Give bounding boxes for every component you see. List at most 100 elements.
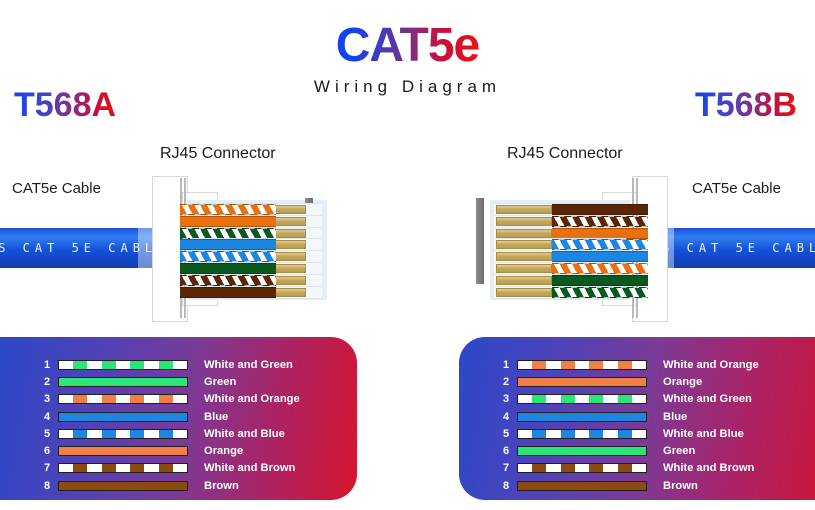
swatch-segment bbox=[631, 464, 646, 473]
swatch-segment bbox=[603, 360, 618, 369]
swatch-segment bbox=[631, 429, 646, 438]
swatch-segment bbox=[518, 360, 533, 369]
wire-name: White and Brown bbox=[204, 462, 296, 475]
swatch-segment bbox=[518, 464, 533, 473]
connector-title-right: RJ45 Connector bbox=[507, 145, 623, 162]
swatch-segment bbox=[560, 360, 575, 369]
swatch-segment bbox=[158, 429, 173, 438]
swatch-segment bbox=[73, 395, 88, 404]
swatch-segment bbox=[101, 395, 116, 404]
swatch-segment bbox=[172, 429, 187, 438]
title-block: CAT5e Wiring Diagram bbox=[0, 22, 815, 97]
swatch-segment bbox=[574, 429, 590, 438]
swatch-segment bbox=[172, 464, 187, 473]
wire-color-swatch bbox=[517, 376, 647, 387]
swatch-segment bbox=[631, 360, 646, 369]
swatch-segment bbox=[144, 464, 159, 473]
swatch-segment bbox=[115, 429, 131, 438]
swatch-segment bbox=[101, 464, 116, 473]
pin-number: 7 bbox=[502, 462, 510, 475]
swatch-segment bbox=[59, 360, 74, 369]
pin-number: 5 bbox=[43, 427, 51, 440]
swatch-segment bbox=[73, 360, 88, 369]
wire-color-swatch bbox=[517, 394, 647, 405]
swatch-segment bbox=[158, 360, 173, 369]
legend-row: 4 Blue bbox=[36, 408, 393, 425]
swatch-segment bbox=[589, 395, 604, 404]
legend-row: 5 White and Blue bbox=[36, 425, 393, 442]
swatch-segment bbox=[532, 395, 547, 404]
pin-number: 2 bbox=[43, 375, 51, 388]
swatch-segment bbox=[518, 412, 646, 421]
swatch-segment bbox=[101, 429, 116, 438]
pin-number: 3 bbox=[43, 393, 51, 406]
pin-number: 4 bbox=[502, 410, 510, 423]
connector-wire bbox=[180, 204, 276, 215]
wire-color-swatch bbox=[58, 463, 188, 474]
wire-color-swatch bbox=[58, 428, 188, 439]
gold-pin-contact bbox=[496, 205, 552, 214]
swatch-segment bbox=[87, 395, 102, 404]
legend-row: 6 Green bbox=[495, 442, 815, 459]
swatch-segment bbox=[59, 481, 187, 490]
wire-name: White and Blue bbox=[204, 427, 285, 440]
swatch-segment bbox=[59, 429, 74, 438]
rj45-connector-right bbox=[476, 176, 687, 322]
page-subtitle: Wiring Diagram bbox=[313, 77, 502, 96]
connector-wire bbox=[180, 227, 276, 239]
wire-color-swatch bbox=[517, 359, 647, 370]
connector-wire bbox=[552, 274, 648, 286]
connector-wire bbox=[180, 239, 276, 251]
swatch-segment bbox=[59, 395, 74, 404]
swatch-segment bbox=[546, 429, 561, 438]
swatch-segment bbox=[87, 360, 102, 369]
swatch-segment bbox=[631, 395, 646, 404]
swatch-segment bbox=[546, 360, 561, 369]
connector-wire bbox=[552, 204, 648, 215]
wire-name: White and Orange bbox=[663, 358, 759, 371]
swatch-segment bbox=[617, 360, 632, 369]
wire-name: White and Blue bbox=[663, 427, 744, 440]
connector-wire bbox=[180, 286, 276, 298]
connector-wire bbox=[552, 263, 648, 274]
swatch-segment bbox=[603, 429, 618, 438]
wire-name: Brown bbox=[663, 479, 698, 492]
swatch-segment bbox=[115, 360, 131, 369]
swatch-segment bbox=[144, 360, 159, 369]
legend-row: 8 Brown bbox=[36, 477, 393, 494]
pin-number: 1 bbox=[43, 358, 51, 371]
swatch-segment bbox=[603, 464, 618, 473]
swatch-segment bbox=[603, 395, 618, 404]
connector-title-left: RJ45 Connector bbox=[160, 145, 276, 162]
pin-number: 8 bbox=[502, 479, 510, 492]
wire-name: Green bbox=[204, 375, 237, 388]
wire-name: White and Brown bbox=[663, 462, 755, 475]
wire-color-swatch bbox=[517, 411, 647, 422]
pin-number: 3 bbox=[502, 393, 510, 406]
wire-color-swatch bbox=[517, 463, 647, 474]
swatch-segment bbox=[59, 412, 187, 421]
wire-color-swatch bbox=[517, 446, 647, 457]
wire-name: White and Orange bbox=[204, 393, 300, 406]
wire-name: Blue bbox=[204, 410, 229, 423]
swatch-segment bbox=[172, 395, 187, 404]
gold-pin-contact bbox=[496, 275, 552, 285]
wire-name: Orange bbox=[663, 375, 703, 388]
legend-row: 6 Orange bbox=[36, 442, 393, 459]
swatch-segment bbox=[617, 429, 632, 438]
gold-pin-contact bbox=[496, 287, 552, 297]
wire-color-swatch bbox=[58, 376, 188, 387]
swatch-segment bbox=[532, 464, 547, 473]
legend-row: 1 White and Orange bbox=[495, 356, 815, 373]
pin-number: 7 bbox=[43, 462, 51, 475]
rj45-connector-left bbox=[130, 176, 335, 322]
legend-row: 7 White and Brown bbox=[495, 460, 815, 477]
swatch-segment bbox=[59, 377, 187, 386]
swatch-segment bbox=[144, 395, 159, 404]
swatch-segment bbox=[144, 429, 159, 438]
swatch-segment bbox=[574, 360, 590, 369]
pin-number: 2 bbox=[502, 375, 510, 388]
gold-pin-contact bbox=[496, 240, 552, 250]
swatch-segment bbox=[617, 464, 632, 473]
wire-name: Orange bbox=[204, 445, 244, 458]
